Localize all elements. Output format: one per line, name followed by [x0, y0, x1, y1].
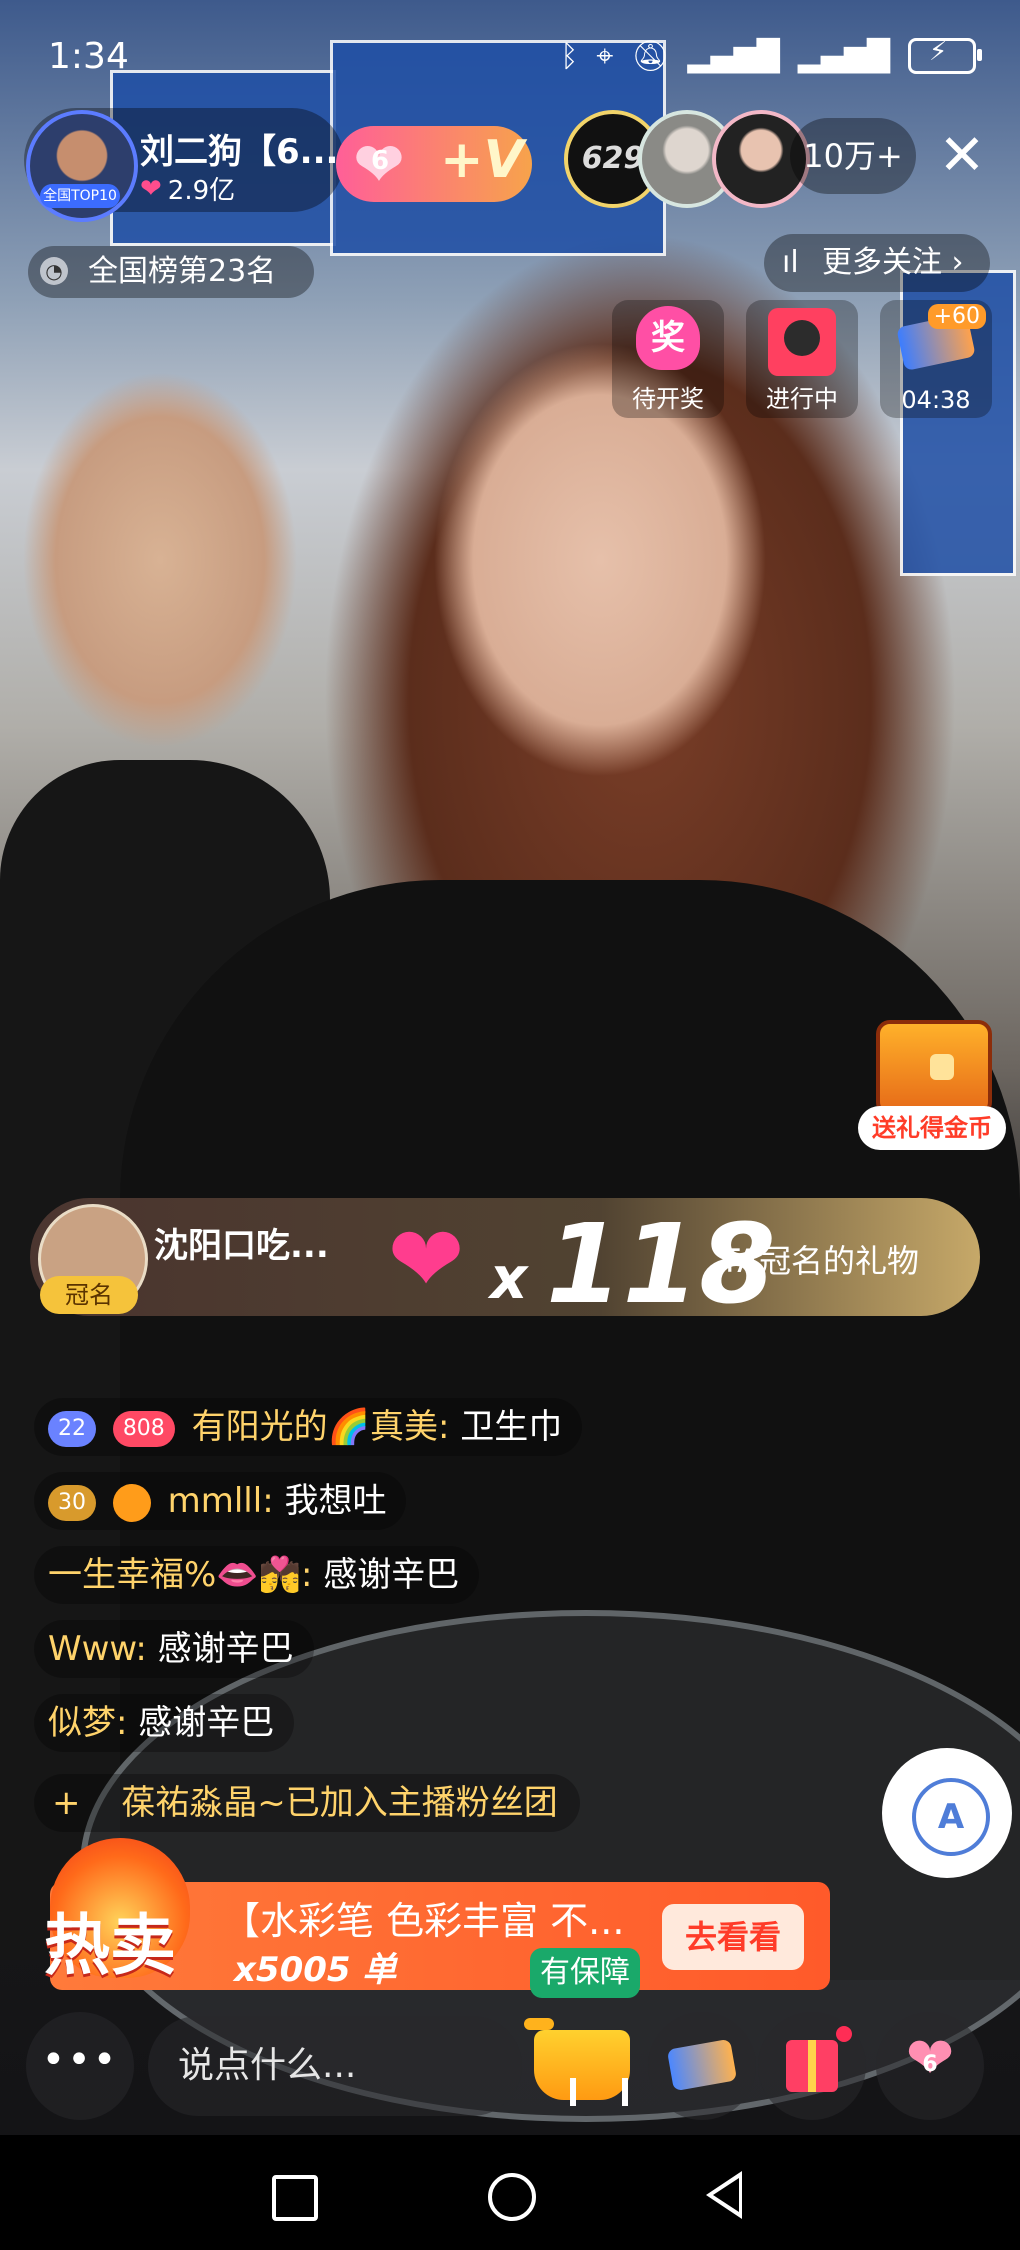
heart-icon: ❤	[140, 173, 162, 204]
gift-named-text: TA冠名的礼物	[720, 1242, 919, 1280]
comment-user: 一生幸福%👄💏:	[48, 1555, 313, 1595]
gift-sender-name: 沈阳口吃...	[154, 1226, 329, 1266]
comment-item[interactable]: 30 mmlll: 我想吐	[34, 1472, 407, 1530]
popularity-card-button[interactable]	[648, 2012, 756, 2120]
like-level-number: 6	[922, 2052, 938, 2077]
tile-label: 待开奖	[632, 385, 704, 413]
comment-input-placeholder: 说点什么...	[178, 2045, 357, 2086]
more-follow-label: 更多关注 ›	[822, 245, 964, 280]
comment-text: 卫生巾	[460, 1407, 563, 1447]
treasure-label[interactable]: 送礼得金币	[858, 1106, 1006, 1150]
more-dots-icon: •••	[41, 2037, 119, 2083]
shopping-cart-icon	[534, 2030, 630, 2106]
live-thumbnail-icon	[768, 308, 836, 376]
follow-plus-v-icon[interactable]: +V	[440, 130, 524, 190]
fan-level-badge: 808	[112, 1410, 175, 1447]
signal-icon: ▂▄▆█	[687, 38, 780, 74]
gift-box-icon	[786, 2040, 838, 2092]
more-follow-button[interactable]: ıl 更多关注 ›	[764, 234, 990, 292]
clock-icon: ◔	[40, 257, 68, 285]
comment-user: mmlll:	[167, 1481, 274, 1521]
translate-icon: A	[912, 1778, 990, 1856]
close-icon[interactable]: ✕	[930, 124, 994, 188]
signal-icon: ▂▄▆█	[797, 38, 890, 74]
more-options-button[interactable]: •••	[26, 2012, 134, 2120]
viewer-count[interactable]: 10万+	[790, 118, 916, 194]
fans-notice-text: 葆祐淼晶~已加入主播粉丝团	[121, 1783, 558, 1823]
bluetooth-icon: ᛒ	[560, 38, 579, 74]
comment-user: 似梦:	[48, 1703, 128, 1743]
national-rank-pill[interactable]: ◔ 全国榜第23名	[28, 246, 314, 298]
comment-item[interactable]: Www: 感谢辛巴	[34, 1620, 314, 1678]
anchor-likes: ❤ 2.9亿	[140, 170, 235, 207]
lottery-pending-tile[interactable]: 奖 待开奖	[612, 300, 724, 418]
top10-badge: 全国TOP10	[40, 184, 120, 208]
mute-icon: 🔕︎	[631, 38, 670, 74]
home-icon[interactable]	[488, 2173, 536, 2221]
tile-label: 进行中	[766, 385, 838, 413]
go-look-button[interactable]: 去看看	[662, 1904, 804, 1970]
translate-button[interactable]: A	[882, 1748, 1012, 1878]
system-navigation-bar	[0, 2135, 1020, 2250]
user-level-badge: 30	[48, 1484, 96, 1521]
guarantee-badge: 有保障	[530, 1948, 640, 1998]
anchor-name[interactable]: 刘二狗【6...	[140, 124, 338, 173]
bar-chart-icon: ıl	[782, 245, 799, 280]
popularity-card-tile[interactable]: +60 04:38	[880, 300, 992, 418]
sender-badge: 冠名	[40, 1276, 138, 1314]
status-bar: 1:34 ᛒ ⌖ 🔕︎ ▂▄▆█ ▂▄▆█ ⚡︎	[0, 0, 1020, 118]
comment-item[interactable]: 似梦: 感谢辛巴	[34, 1694, 295, 1752]
product-title: 【水彩笔 色彩丰富 不...	[222, 1899, 625, 1943]
hot-sale-badge: 热卖	[36, 1838, 204, 1988]
popularity-card-icon	[666, 2038, 738, 2092]
comment-user: Www:	[48, 1629, 147, 1669]
prize-bag-icon: 奖	[636, 306, 700, 370]
back-icon[interactable]	[706, 2171, 742, 2219]
comment-text: 我想吐	[284, 1481, 387, 1521]
plus-icon: +	[52, 1783, 81, 1823]
clock-time: 1:34	[48, 36, 129, 77]
sold-count: x5005 单	[234, 1950, 397, 1990]
notification-dot	[836, 2026, 852, 2042]
like-button[interactable]: ❤ 6	[876, 2012, 984, 2120]
comment-text: 感谢辛巴	[323, 1555, 460, 1595]
rank-text: 全国榜第23名	[88, 254, 277, 289]
comment-item[interactable]: 22 808 有阳光的🌈真美: 卫生巾	[34, 1398, 583, 1456]
fan-level-number: 6	[370, 146, 390, 176]
battery-icon: ⚡︎	[908, 37, 982, 74]
plus-badge: +60	[927, 304, 986, 329]
location-icon: ⌖	[596, 38, 614, 74]
comment-user: 有阳光的🌈真美:	[191, 1407, 450, 1447]
comment-input[interactable]: 说点什么...	[148, 2016, 522, 2116]
live-activity-tile[interactable]: 进行中	[746, 300, 858, 418]
recent-apps-icon[interactable]	[272, 2175, 318, 2221]
user-avatar-icon	[112, 1483, 151, 1522]
fans-join-notice: + 葆祐淼晶~已加入主播粉丝团	[34, 1774, 580, 1832]
hot-sale-label: 热卖	[44, 1907, 176, 1984]
comment-text: 感谢辛巴	[157, 1629, 294, 1669]
comment-text: 感谢辛巴	[138, 1703, 275, 1743]
shopping-cart-button[interactable]	[524, 2000, 642, 2118]
gift-multiplier-prefix: x	[490, 1244, 528, 1312]
user-level-badge: 22	[48, 1410, 96, 1447]
likes-count: 2.9亿	[167, 176, 236, 206]
comment-item[interactable]: 一生幸福%👄💏: 感谢辛巴	[34, 1546, 480, 1604]
winged-heart-gift-icon: ❤	[387, 1206, 465, 1313]
countdown-timer: 04:38	[901, 386, 971, 414]
